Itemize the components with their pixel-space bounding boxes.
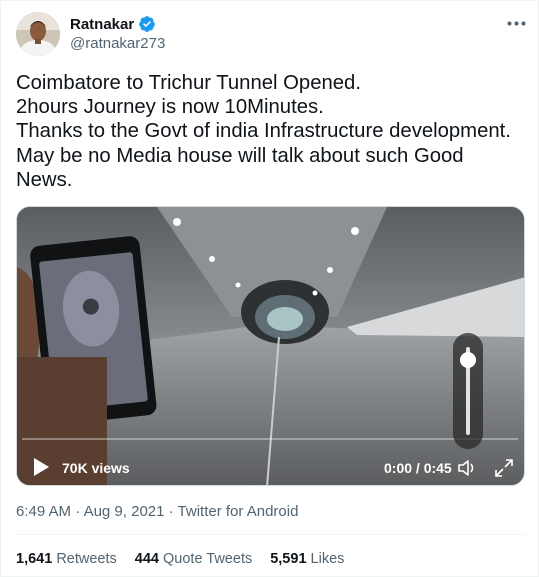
user-handle[interactable]: @ratnakar273 <box>70 35 165 52</box>
divider <box>16 534 525 535</box>
view-count: 70K views <box>62 460 130 476</box>
display-name[interactable]: Ratnakar <box>70 16 134 33</box>
meta-separator: · <box>168 503 178 520</box>
tweet-card[interactable]: Ratnakar @ratnakar273 Coimbatore to Tric… <box>0 0 539 577</box>
video-progress-bar[interactable] <box>22 438 518 440</box>
retweets-label: Retweets <box>56 551 117 567</box>
meta-separator: · <box>75 503 84 520</box>
volume-slider[interactable] <box>453 333 483 449</box>
tweet-text: Coimbatore to Trichur Tunnel Opened. 2ho… <box>16 71 531 192</box>
quote-tweets-stat[interactable]: 444 Quote Tweets <box>135 551 252 567</box>
tweet-date[interactable]: Aug 9, 2021 <box>84 503 165 520</box>
likes-count: 5,591 <box>270 551 307 567</box>
avatar[interactable] <box>16 12 60 56</box>
tweet-meta: 6:49 AM · Aug 9, 2021 · Twitter for Andr… <box>16 503 298 520</box>
likes-label: Likes <box>310 551 345 567</box>
tweet-text-line: 2hours Journey is now 10Minutes. <box>16 96 324 119</box>
likes-stat[interactable]: 5,591 Likes <box>270 551 344 567</box>
retweets-stat[interactable]: 1,641 Retweets <box>16 551 117 567</box>
tweet-time[interactable]: 6:49 AM <box>16 503 71 520</box>
engagement-stats: 1,641 Retweets 444 Quote Tweets 5,591 Li… <box>16 551 344 567</box>
play-icon[interactable] <box>30 456 52 478</box>
quote-tweets-label: Quote Tweets <box>163 551 253 567</box>
tweet-text-line: Thanks to the Govt of india Infrastructu… <box>16 120 511 143</box>
tweet-text-line: News. <box>16 168 73 191</box>
fullscreen-icon[interactable] <box>493 457 515 479</box>
video-time: 0:00 / 0:45 <box>384 460 452 476</box>
retweets-count: 1,641 <box>16 551 53 567</box>
more-icon[interactable] <box>504 11 528 35</box>
verified-badge-icon <box>138 15 156 33</box>
volume-knob[interactable] <box>460 351 476 368</box>
video-frame <box>17 207 524 485</box>
author-row: Ratnakar <box>70 14 156 34</box>
quote-tweets-count: 444 <box>134 551 159 567</box>
tweet-text-line: Coimbatore to Trichur Tunnel Opened. <box>16 72 361 94</box>
tweet-source[interactable]: Twitter for Android <box>178 503 299 520</box>
tweet-text-line: May be no Media house will talk about su… <box>16 144 464 167</box>
video-player[interactable]: 70K views 0:00 / 0:45 <box>16 206 525 486</box>
volume-icon[interactable] <box>456 457 478 479</box>
